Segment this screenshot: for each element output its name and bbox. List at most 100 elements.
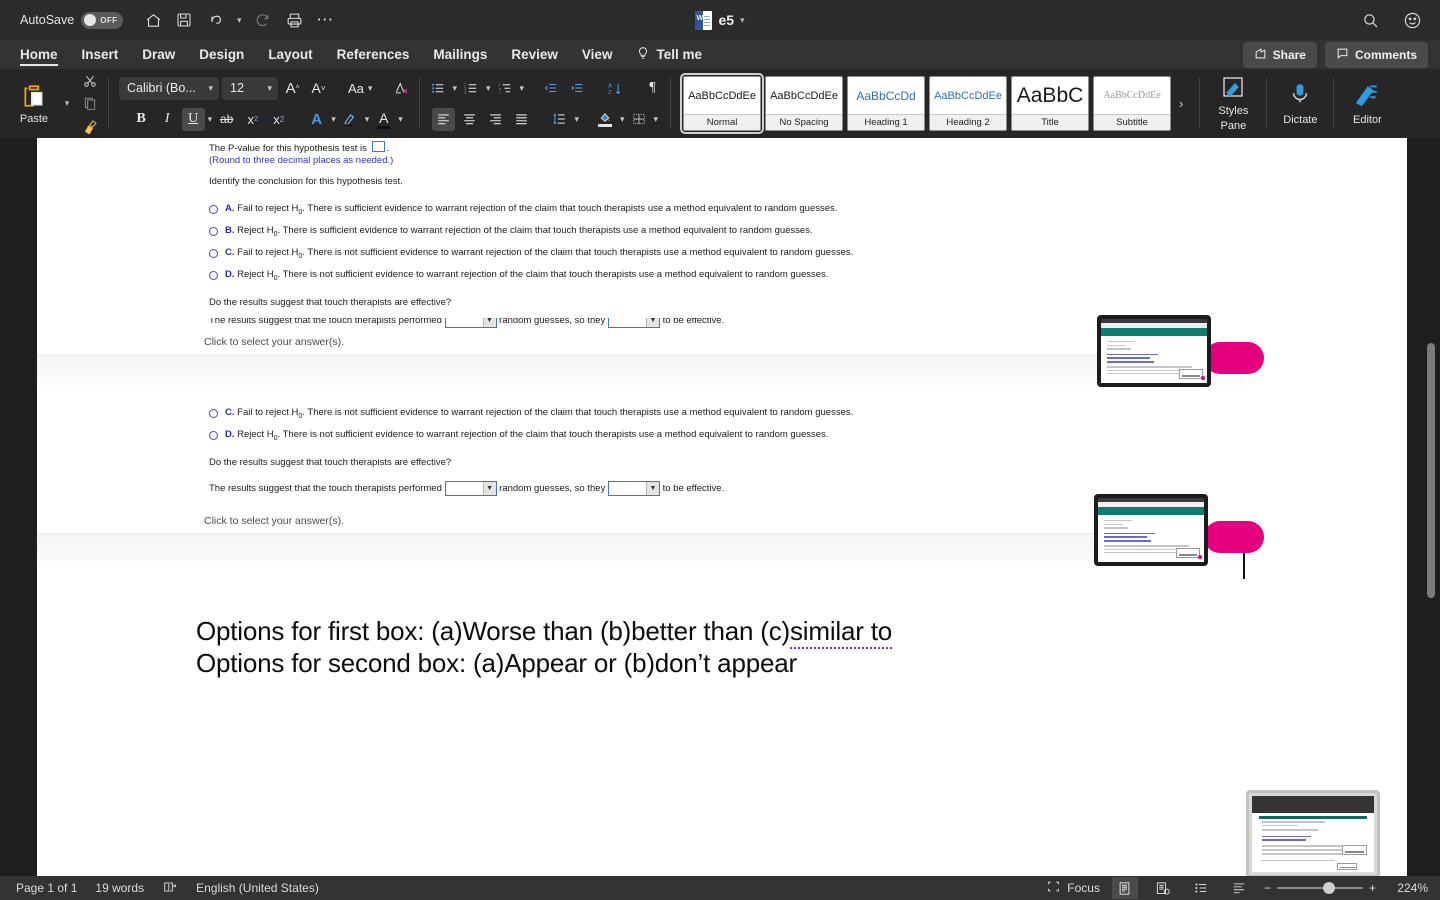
style-title[interactable]: AaBbC Title [1011,76,1090,131]
autosave-toggle[interactable]: OFF [81,11,124,29]
change-case-button[interactable]: Aa ▾ [345,77,375,100]
dropdown-performed[interactable]: ▼ [444,481,497,496]
clear-formatting-icon[interactable] [390,77,413,100]
undo-icon[interactable] [201,6,229,34]
tab-mailings[interactable]: Mailings [421,40,499,69]
font-color-button[interactable]: A [372,108,395,131]
tab-home[interactable]: Home [8,40,70,69]
font-name-selector[interactable]: Calibri (Bo... ▾ [119,76,219,100]
tab-design[interactable]: Design [187,40,256,69]
document-canvas[interactable]: The P-value for this hypothesis test is … [0,138,1440,876]
numbering-button[interactable]: 123 [460,77,483,100]
multilevel-list-button[interactable]: 1ai [494,77,517,100]
comments-button[interactable]: Comments [1324,41,1428,68]
dictate-button[interactable]: Dictate [1273,69,1327,138]
radio-icon[interactable] [209,409,218,418]
style-normal[interactable]: AaBbCcDdEe Normal [680,73,765,134]
editor-button[interactable]: Editor [1340,69,1394,138]
font-color-chevron-down-icon[interactable]: ▾ [398,114,403,125]
tab-layout[interactable]: Layout [256,40,324,69]
paste-button[interactable]: Paste [10,83,58,125]
style-heading-2[interactable]: AaBbCcDdEe Heading 2 [929,76,1008,131]
paste-chevron-down-icon[interactable]: ▾ [60,98,74,109]
focus-button[interactable]: Focus [1046,880,1100,896]
home-icon[interactable] [139,6,167,34]
text-effects-button[interactable]: A [305,108,328,131]
zoom-slider[interactable]: − + [1264,881,1376,895]
justify-button[interactable] [510,108,533,131]
zoom-in-button[interactable]: + [1369,881,1376,895]
dropdown-clipped-2[interactable]: ▼ [607,318,660,328]
radio-icon[interactable] [209,227,218,236]
tab-references[interactable]: References [325,40,422,69]
shading-chevron-down-icon[interactable]: ▾ [620,114,625,125]
option-c[interactable]: C. Fail to reject H0. There is not suffi… [209,247,853,260]
text-highlight-button[interactable] [339,108,362,131]
pvalue-answer-box[interactable] [371,141,385,152]
highlight-chevron-down-icon[interactable]: ▾ [365,114,370,125]
tell-me-button[interactable]: Tell me [624,46,702,63]
print-icon[interactable] [280,6,308,34]
share-button[interactable]: Share [1242,41,1317,68]
spelling-flagged-text[interactable]: similar to [789,616,892,649]
font-size-selector[interactable]: 12 ▾ [222,76,278,100]
typed-line-2[interactable]: Options for second box: (a)Appear or (b)… [196,648,797,679]
floating-laptop-mockup[interactable] [1238,790,1388,890]
word-count[interactable]: 19 words [95,881,144,895]
styles-gallery-more-button[interactable]: › [1175,96,1187,111]
numbering-chevron-down-icon[interactable]: ▾ [486,83,491,94]
styles-pane-button[interactable]: Styles Pane [1206,69,1260,138]
radio-icon[interactable] [209,205,218,214]
radio-icon[interactable] [209,431,218,440]
line-spacing-button[interactable] [548,108,571,131]
draft-icon[interactable] [1226,877,1252,899]
zoom-level[interactable]: 224% [1388,881,1428,895]
option-c-2[interactable]: C. Fail to reject H0. There is not suffi… [209,407,853,420]
borders-chevron-down-icon[interactable]: ▾ [654,114,659,125]
bullets-button[interactable] [426,77,449,100]
zoom-track[interactable] [1276,882,1363,894]
tab-view[interactable]: View [570,40,625,69]
search-icon[interactable] [1356,6,1384,34]
align-center-button[interactable] [458,108,481,131]
subscript-button[interactable]: x2 [241,108,264,131]
cut-icon[interactable] [78,71,102,90]
document-title[interactable]: e5 [718,12,734,28]
show-formatting-marks-button[interactable]: ¶ [641,77,664,100]
underline-button[interactable]: U [181,107,205,131]
dropdown-appear[interactable]: ▼ [607,481,660,496]
radio-icon[interactable] [209,271,218,280]
sort-button[interactable]: AZ [603,77,626,100]
borders-button[interactable] [628,108,651,131]
shading-button[interactable] [594,108,617,131]
undo-chevron-down-icon[interactable]: ▾ [232,15,246,26]
print-layout-icon[interactable] [1111,877,1138,899]
autosave-control[interactable]: AutoSave OFF [20,11,124,29]
dropdown-clipped-1[interactable]: ▼ [444,318,497,328]
bold-button[interactable]: B [130,108,153,131]
increase-indent-button[interactable] [565,77,588,100]
option-d[interactable]: D. Reject H0. There is not sufficient ev… [209,269,828,282]
align-left-button[interactable] [432,107,456,131]
web-layout-icon[interactable] [1150,877,1176,899]
shrink-font-button[interactable]: A ˅ [307,77,330,100]
tab-insert[interactable]: Insert [70,40,131,69]
italic-button[interactable]: I [156,108,179,131]
multilevel-chevron-down-icon[interactable]: ▾ [520,83,525,94]
outline-icon[interactable] [1188,877,1214,899]
title-chevron-down-icon[interactable]: ▾ [740,15,745,26]
scrollbar-thumb[interactable] [1427,343,1435,598]
vertical-scrollbar[interactable] [1427,138,1435,876]
more-icon[interactable]: ⋯ [311,6,339,34]
option-a[interactable]: A. Fail to reject H0. There is sufficien… [209,203,837,216]
copy-icon[interactable] [78,94,102,113]
page-indicator[interactable]: Page 1 of 1 [16,881,77,895]
line-spacing-chevron-down-icon[interactable]: ▾ [574,114,579,125]
typed-line-1[interactable]: Options for first box: (a)Worse than (b)… [196,616,892,649]
language-indicator[interactable]: English (United States) [196,881,319,895]
style-subtitle[interactable]: AaBbCcDdEe Subtitle [1093,76,1172,131]
superscript-button[interactable]: x2 [267,108,290,131]
option-d-2[interactable]: D. Reject H0. There is not sufficient ev… [209,429,828,442]
strikethrough-button[interactable]: ab [215,108,238,131]
zoom-out-button[interactable]: − [1264,881,1271,895]
